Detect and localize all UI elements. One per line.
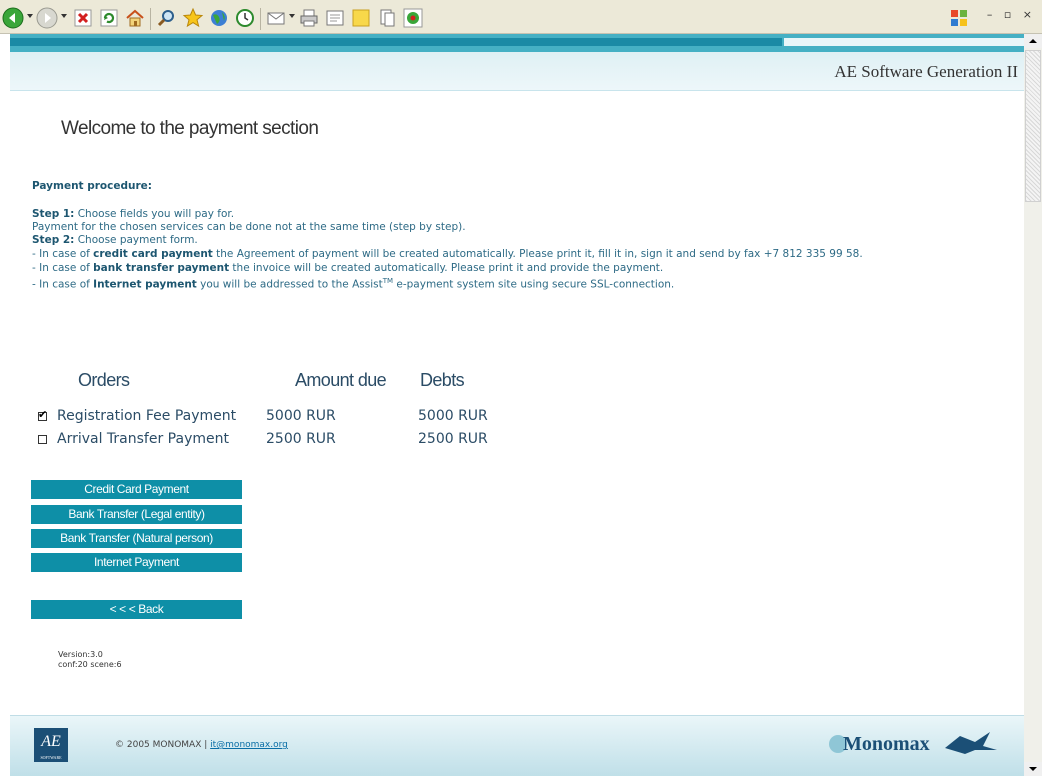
order-debt: 5000 RUR [418, 408, 488, 424]
bank-transfer-note: - In case of bank transfer payment the i… [32, 262, 663, 274]
favorites-star-icon[interactable] [182, 7, 204, 29]
top-strip [10, 34, 1024, 52]
print-icon[interactable] [298, 7, 320, 29]
trademark-sup: TM [382, 277, 394, 285]
amount-due-column-header: Amount due [295, 370, 387, 390]
step2-text: Choose payment form. [74, 234, 198, 246]
config-line: conf:20 scene:6 [58, 660, 122, 669]
monomax-logo: Monomax [825, 728, 1005, 758]
top-strip-highlight [784, 38, 1024, 46]
browser-toolbar: – ▫ × [0, 0, 1042, 34]
back-dropdown-icon[interactable] [26, 12, 34, 20]
history-icon[interactable] [234, 7, 256, 29]
internet-text-before: you will be addressed to the Assist [196, 278, 383, 291]
credit-card-payment-button[interactable]: Credit Card Payment [31, 480, 242, 499]
step1-text: Choose fields you will pay for. [74, 208, 235, 220]
internet-text-after: e-payment system site using secure SSL-c… [393, 278, 675, 291]
order-name: Arrival Transfer Payment [57, 431, 229, 447]
bank-prefix: - In case of [32, 262, 94, 274]
edit-icon[interactable] [324, 7, 346, 29]
research-icon[interactable] [376, 7, 398, 29]
copyright-text: © 2005 MONOMAX | [115, 740, 211, 750]
ae-software-logo: AE SOFTWARE [34, 728, 68, 762]
order-debt: 2500 RUR [418, 431, 488, 447]
scroll-up-arrow-icon[interactable] [1024, 34, 1042, 48]
bank-bold: bank transfer payment [93, 262, 230, 274]
step1-line: Step 1: Choose fields you will pay for. [32, 208, 234, 220]
step1-note: Payment for the chosen services can be d… [32, 221, 466, 233]
vertical-scrollbar[interactable] [1024, 34, 1042, 776]
step1-label: Step 1: [32, 208, 75, 220]
note-icon[interactable] [350, 7, 372, 29]
page-content: AE Software Generation II Welcome to the… [10, 34, 1024, 776]
credit-card-note: - In case of credit card payment the Agr… [32, 248, 863, 260]
windows-logo-icon [948, 7, 970, 29]
order-row: Arrival Transfer Payment 2500 RUR 2500 R… [38, 431, 508, 451]
header-band: AE Software Generation II [10, 52, 1024, 91]
email-link[interactable]: it@monomax.org [210, 740, 288, 750]
refresh-icon[interactable] [98, 7, 120, 29]
messenger-icon[interactable] [402, 7, 424, 29]
brand-title: AE Software Generation II [834, 62, 1018, 81]
procedure-title: Payment procedure: [32, 180, 152, 192]
internet-prefix: - In case of [32, 278, 94, 291]
logo-subtext: SOFTWARE [40, 755, 62, 760]
bank-transfer-legal-button[interactable]: Bank Transfer (Legal entity) [31, 505, 242, 524]
version-info: Version:3.0 conf:20 scene:6 [58, 650, 122, 670]
order-name: Registration Fee Payment [57, 408, 237, 424]
credit-bold: credit card payment [93, 248, 213, 260]
search-icon[interactable] [156, 7, 178, 29]
step2-line: Step 2: Choose payment form. [32, 234, 198, 246]
bank-transfer-natural-button[interactable]: Bank Transfer (Natural person) [31, 529, 242, 548]
credit-text: the Agreement of payment will be created… [212, 248, 863, 260]
logo-text: AE [41, 733, 61, 750]
forward-icon[interactable] [36, 7, 58, 29]
scrollbar-thumb[interactable] [1025, 50, 1041, 202]
stop-icon[interactable] [72, 7, 94, 29]
order-checkbox-registration[interactable]: ✔ [38, 408, 48, 421]
copyright: © 2005 MONOMAX | it@monomax.org [115, 740, 288, 750]
debts-column-header: Debts [420, 370, 465, 390]
footer: AE SOFTWARE © 2005 MONOMAX | it@monomax.… [10, 715, 1024, 776]
top-strip-bar [10, 38, 782, 46]
order-checkbox-arrival[interactable] [38, 435, 47, 444]
back-icon[interactable] [2, 7, 24, 29]
bank-text: the invoice will be created automaticall… [229, 262, 664, 274]
credit-prefix: - In case of [32, 248, 94, 260]
version-line: Version:3.0 [58, 650, 103, 659]
window-controls[interactable]: – ▫ × [987, 8, 1036, 21]
internet-payment-button[interactable]: Internet Payment [31, 553, 242, 572]
home-icon[interactable] [124, 7, 146, 29]
internet-payment-note: - In case of Internet payment you will b… [32, 277, 674, 291]
monomax-logo-text: Monomax [843, 733, 930, 755]
internet-bold: Internet payment [93, 278, 197, 291]
order-amount: 5000 RUR [266, 408, 336, 424]
forward-dropdown-icon[interactable] [60, 12, 68, 20]
back-button[interactable]: < < < Back [31, 600, 242, 619]
order-row: ✔ Registration Fee Payment 5000 RUR 5000… [38, 408, 508, 428]
checkmark-icon: ✔ [38, 408, 48, 421]
media-globe-icon[interactable] [208, 7, 230, 29]
mail-icon[interactable] [266, 7, 288, 29]
order-amount: 2500 RUR [266, 431, 336, 447]
step2-label: Step 2: [32, 234, 75, 246]
orders-column-header: Orders [78, 370, 130, 390]
scroll-down-arrow-icon[interactable] [1024, 762, 1042, 776]
mail-dropdown-icon[interactable] [288, 12, 296, 20]
page-title: Welcome to the payment section [61, 118, 319, 139]
